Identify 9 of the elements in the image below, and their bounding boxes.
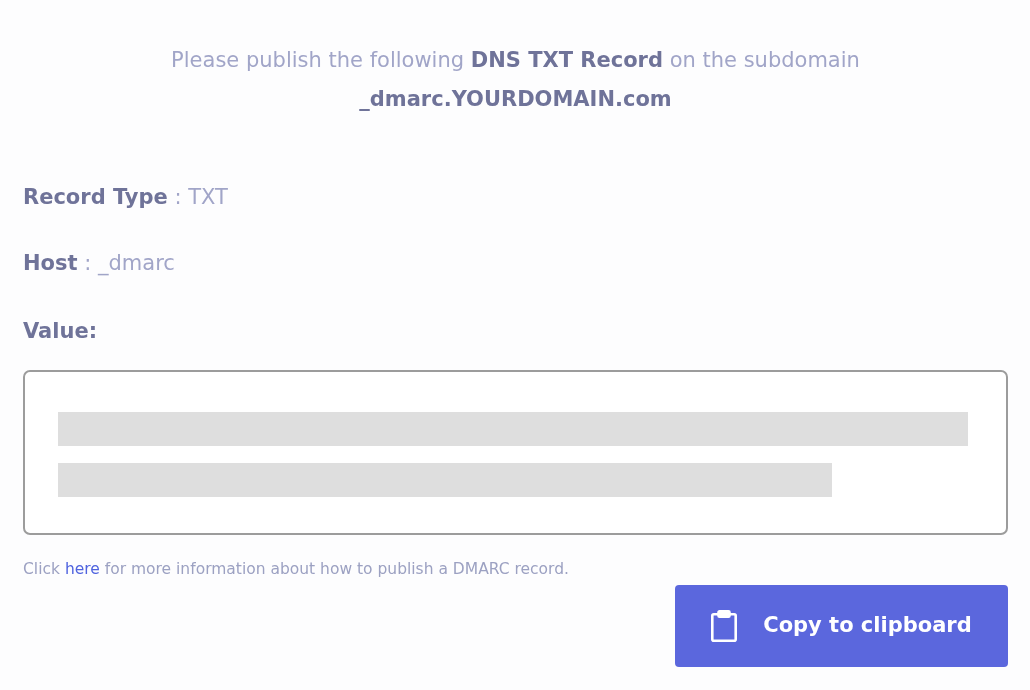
record-detail-text: Host : _dmarc	[23, 250, 175, 278]
record-detail-text: Record Type : TXT	[23, 184, 228, 211]
value-field[interactable]	[23, 370, 1008, 535]
help-link[interactable]: here	[64, 560, 100, 578]
value-label: Value:	[23, 318, 98, 345]
help-text: Click here for more information about how to publish a DMARC record.	[23, 559, 569, 580]
copy-button[interactable]: Copy to clipboard	[675, 585, 1008, 667]
instruction-text: Please publish the following DNS TXT Record on the subdomain _dmarc.YOURDOMAIN.com	[170, 47, 861, 113]
clipboard-icon	[711, 610, 738, 642]
